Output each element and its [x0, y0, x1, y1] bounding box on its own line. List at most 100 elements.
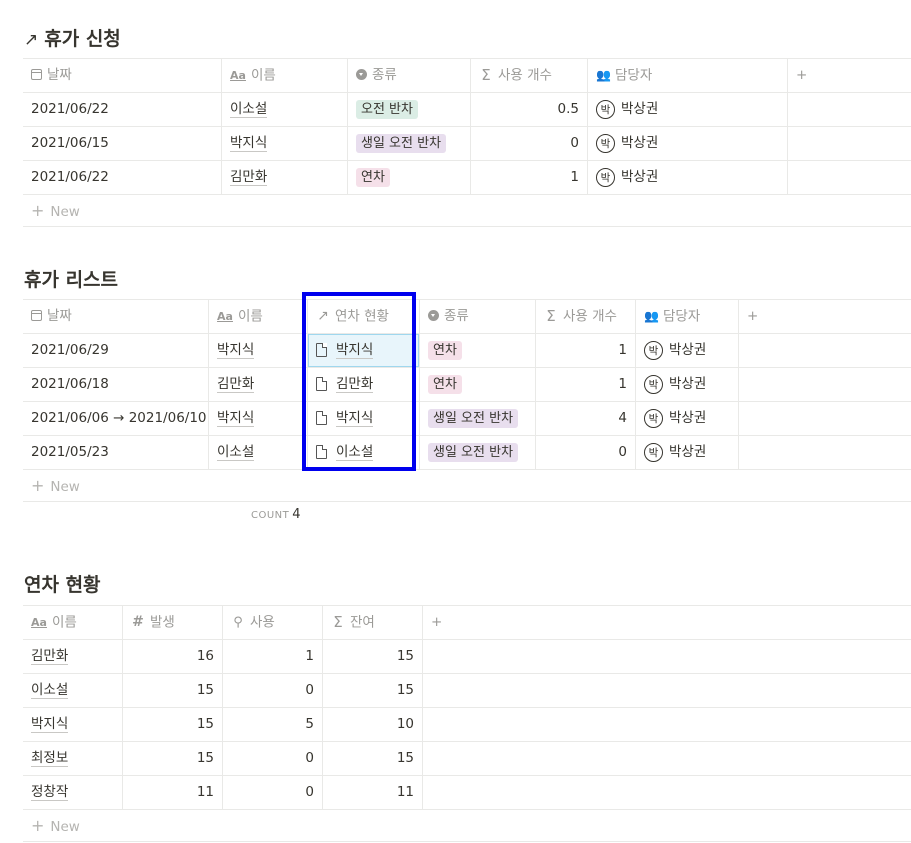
name-cell[interactable]: 정창작 — [23, 776, 123, 809]
leave-request-title[interactable]: ↗ 휴가 신청 — [24, 24, 121, 51]
name-cell[interactable]: 이소설 — [222, 93, 348, 126]
name-cell[interactable]: 박지식 — [23, 708, 123, 741]
remaining-cell[interactable]: 15 — [323, 640, 423, 673]
status-relation-cell[interactable]: 박지식 — [308, 402, 420, 435]
header-manager[interactable]: 👥 담당자 — [588, 59, 788, 92]
table-row[interactable]: 정창작 11 0 11 — [23, 776, 911, 810]
manager-cell[interactable]: 박 박상권 — [636, 334, 739, 367]
remaining-cell[interactable]: 10 — [323, 708, 423, 741]
table-row[interactable]: 2021/06/18 김만화 김만화 연차 1 박 박상권 — [23, 368, 911, 402]
used-cell[interactable]: 5 — [223, 708, 323, 741]
type-cell[interactable]: 오전 반차 — [348, 93, 471, 126]
type-tag: 생일 오전 반차 — [356, 134, 447, 153]
add-property-button[interactable]: + — [739, 300, 779, 333]
header-date[interactable]: 날짜 — [23, 59, 222, 92]
issued-cell[interactable]: 15 — [123, 708, 223, 741]
table-row[interactable]: 2021/05/23 이소설 이소설 생일 오전 반차 0 박 박상권 — [23, 436, 911, 470]
table-row[interactable]: 이소설 15 0 15 — [23, 674, 911, 708]
date-cell[interactable]: 2021/05/23 — [23, 436, 209, 469]
text-property-icon: Aa — [31, 616, 47, 629]
header-issued[interactable]: # 발생 — [123, 606, 223, 639]
type-cell[interactable]: 연차 — [420, 368, 536, 401]
type-cell[interactable]: 생일 오전 반차 — [348, 127, 471, 160]
table-row[interactable]: 2021/06/29 박지식 박지식 연차 1 박 박상권 — [23, 334, 911, 368]
date-cell[interactable]: 2021/06/22 — [23, 161, 222, 194]
remaining-cell[interactable]: 15 — [323, 674, 423, 707]
type-cell[interactable]: 연차 — [348, 161, 471, 194]
name-cell[interactable]: 이소설 — [209, 436, 308, 469]
select-property-icon — [428, 309, 439, 321]
manager-cell[interactable]: 박 박상권 — [588, 161, 788, 194]
avatar: 박 — [644, 408, 663, 428]
used-cell[interactable]: 0 — [223, 776, 323, 809]
new-row-button[interactable]: + New — [23, 810, 911, 842]
date-cell[interactable]: 2021/06/22 — [23, 93, 222, 126]
date-cell[interactable]: 2021/06/29 — [23, 334, 209, 367]
type-cell[interactable]: 생일 오전 반차 — [420, 436, 536, 469]
name-cell[interactable]: 이소설 — [23, 674, 123, 707]
name-cell[interactable]: 김만화 — [222, 161, 348, 194]
issued-cell[interactable]: 15 — [123, 674, 223, 707]
number-icon: # — [132, 614, 144, 630]
issued-cell[interactable]: 16 — [123, 640, 223, 673]
used-cell[interactable]: 0 — [223, 674, 323, 707]
name-cell[interactable]: 최정보 — [23, 742, 123, 775]
header-type[interactable]: 종류 — [348, 59, 471, 92]
remaining-cell[interactable]: 11 — [323, 776, 423, 809]
header-name[interactable]: Aa 이름 — [209, 300, 308, 333]
manager-cell[interactable]: 박 박상권 — [636, 402, 739, 435]
type-cell[interactable]: 연차 — [420, 334, 536, 367]
date-cell[interactable]: 2021/06/06 → 2021/06/10 — [23, 402, 209, 435]
manager-cell[interactable]: 박 박상권 — [588, 93, 788, 126]
name-cell[interactable]: 박지식 — [209, 334, 308, 367]
issued-cell[interactable]: 11 — [123, 776, 223, 809]
header-used[interactable]: ⚲ 사용 — [223, 606, 323, 639]
used-cell[interactable]: 1 — [471, 161, 588, 194]
table-row[interactable]: 2021/06/22 이소설 오전 반차 0.5 박 박상권 — [23, 93, 911, 127]
type-cell[interactable]: 생일 오전 반차 — [420, 402, 536, 435]
issued-cell[interactable]: 15 — [123, 742, 223, 775]
new-row-button[interactable]: + New — [23, 195, 911, 227]
name-cell[interactable]: 박지식 — [209, 402, 308, 435]
used-cell[interactable]: 1 — [223, 640, 323, 673]
remaining-cell[interactable]: 15 — [323, 742, 423, 775]
header-name[interactable]: Aa 이름 — [222, 59, 348, 92]
manager-cell[interactable]: 박 박상권 — [588, 127, 788, 160]
header-manager[interactable]: 👥 담당자 — [636, 300, 739, 333]
used-cell[interactable]: 1 — [536, 334, 636, 367]
header-used[interactable]: Σ 사용 개수 — [536, 300, 636, 333]
header-type[interactable]: 종류 — [420, 300, 536, 333]
table-row[interactable]: 박지식 15 5 10 — [23, 708, 911, 742]
used-cell[interactable]: 4 — [536, 402, 636, 435]
header-used[interactable]: Σ 사용 개수 — [471, 59, 588, 92]
used-cell[interactable]: 0.5 — [471, 93, 588, 126]
header-date[interactable]: 날짜 — [23, 300, 209, 333]
header-name[interactable]: Aa 이름 — [23, 606, 123, 639]
table-row[interactable]: 최정보 15 0 15 — [23, 742, 911, 776]
add-property-button[interactable]: + — [423, 606, 463, 639]
status-relation-cell[interactable]: 이소설 — [308, 436, 420, 469]
table-row[interactable]: 2021/06/22 김만화 연차 1 박 박상권 — [23, 161, 911, 195]
date-cell[interactable]: 2021/06/18 — [23, 368, 209, 401]
status-relation-cell[interactable]: 김만화 — [308, 368, 420, 401]
new-row-button[interactable]: + New — [23, 470, 911, 502]
table-row[interactable]: 2021/06/15 박지식 생일 오전 반차 0 박 박상권 — [23, 127, 911, 161]
header-status[interactable]: ↗ 연차 현황 — [308, 300, 420, 333]
header-remaining[interactable]: Σ 잔여 — [323, 606, 423, 639]
manager-cell[interactable]: 박 박상권 — [636, 436, 739, 469]
used-cell[interactable]: 1 — [536, 368, 636, 401]
name-cell[interactable]: 김만화 — [209, 368, 308, 401]
used-cell[interactable]: 0 — [223, 742, 323, 775]
add-property-button[interactable]: + — [788, 59, 828, 92]
used-cell[interactable]: 0 — [536, 436, 636, 469]
table-row[interactable]: 김만화 16 1 15 — [23, 640, 911, 674]
status-relation-cell[interactable]: 박지식 — [308, 334, 420, 367]
name-cell[interactable]: 김만화 — [23, 640, 123, 673]
manager-cell[interactable]: 박 박상권 — [636, 368, 739, 401]
used-cell[interactable]: 0 — [471, 127, 588, 160]
name-cell[interactable]: 박지식 — [222, 127, 348, 160]
date-cell[interactable]: 2021/06/15 — [23, 127, 222, 160]
table-row[interactable]: 2021/06/06 → 2021/06/10 박지식 박지식 생일 오전 반차… — [23, 402, 911, 436]
count-footer[interactable]: COUNT 4 — [251, 507, 301, 522]
plus-icon: + — [31, 476, 45, 495]
